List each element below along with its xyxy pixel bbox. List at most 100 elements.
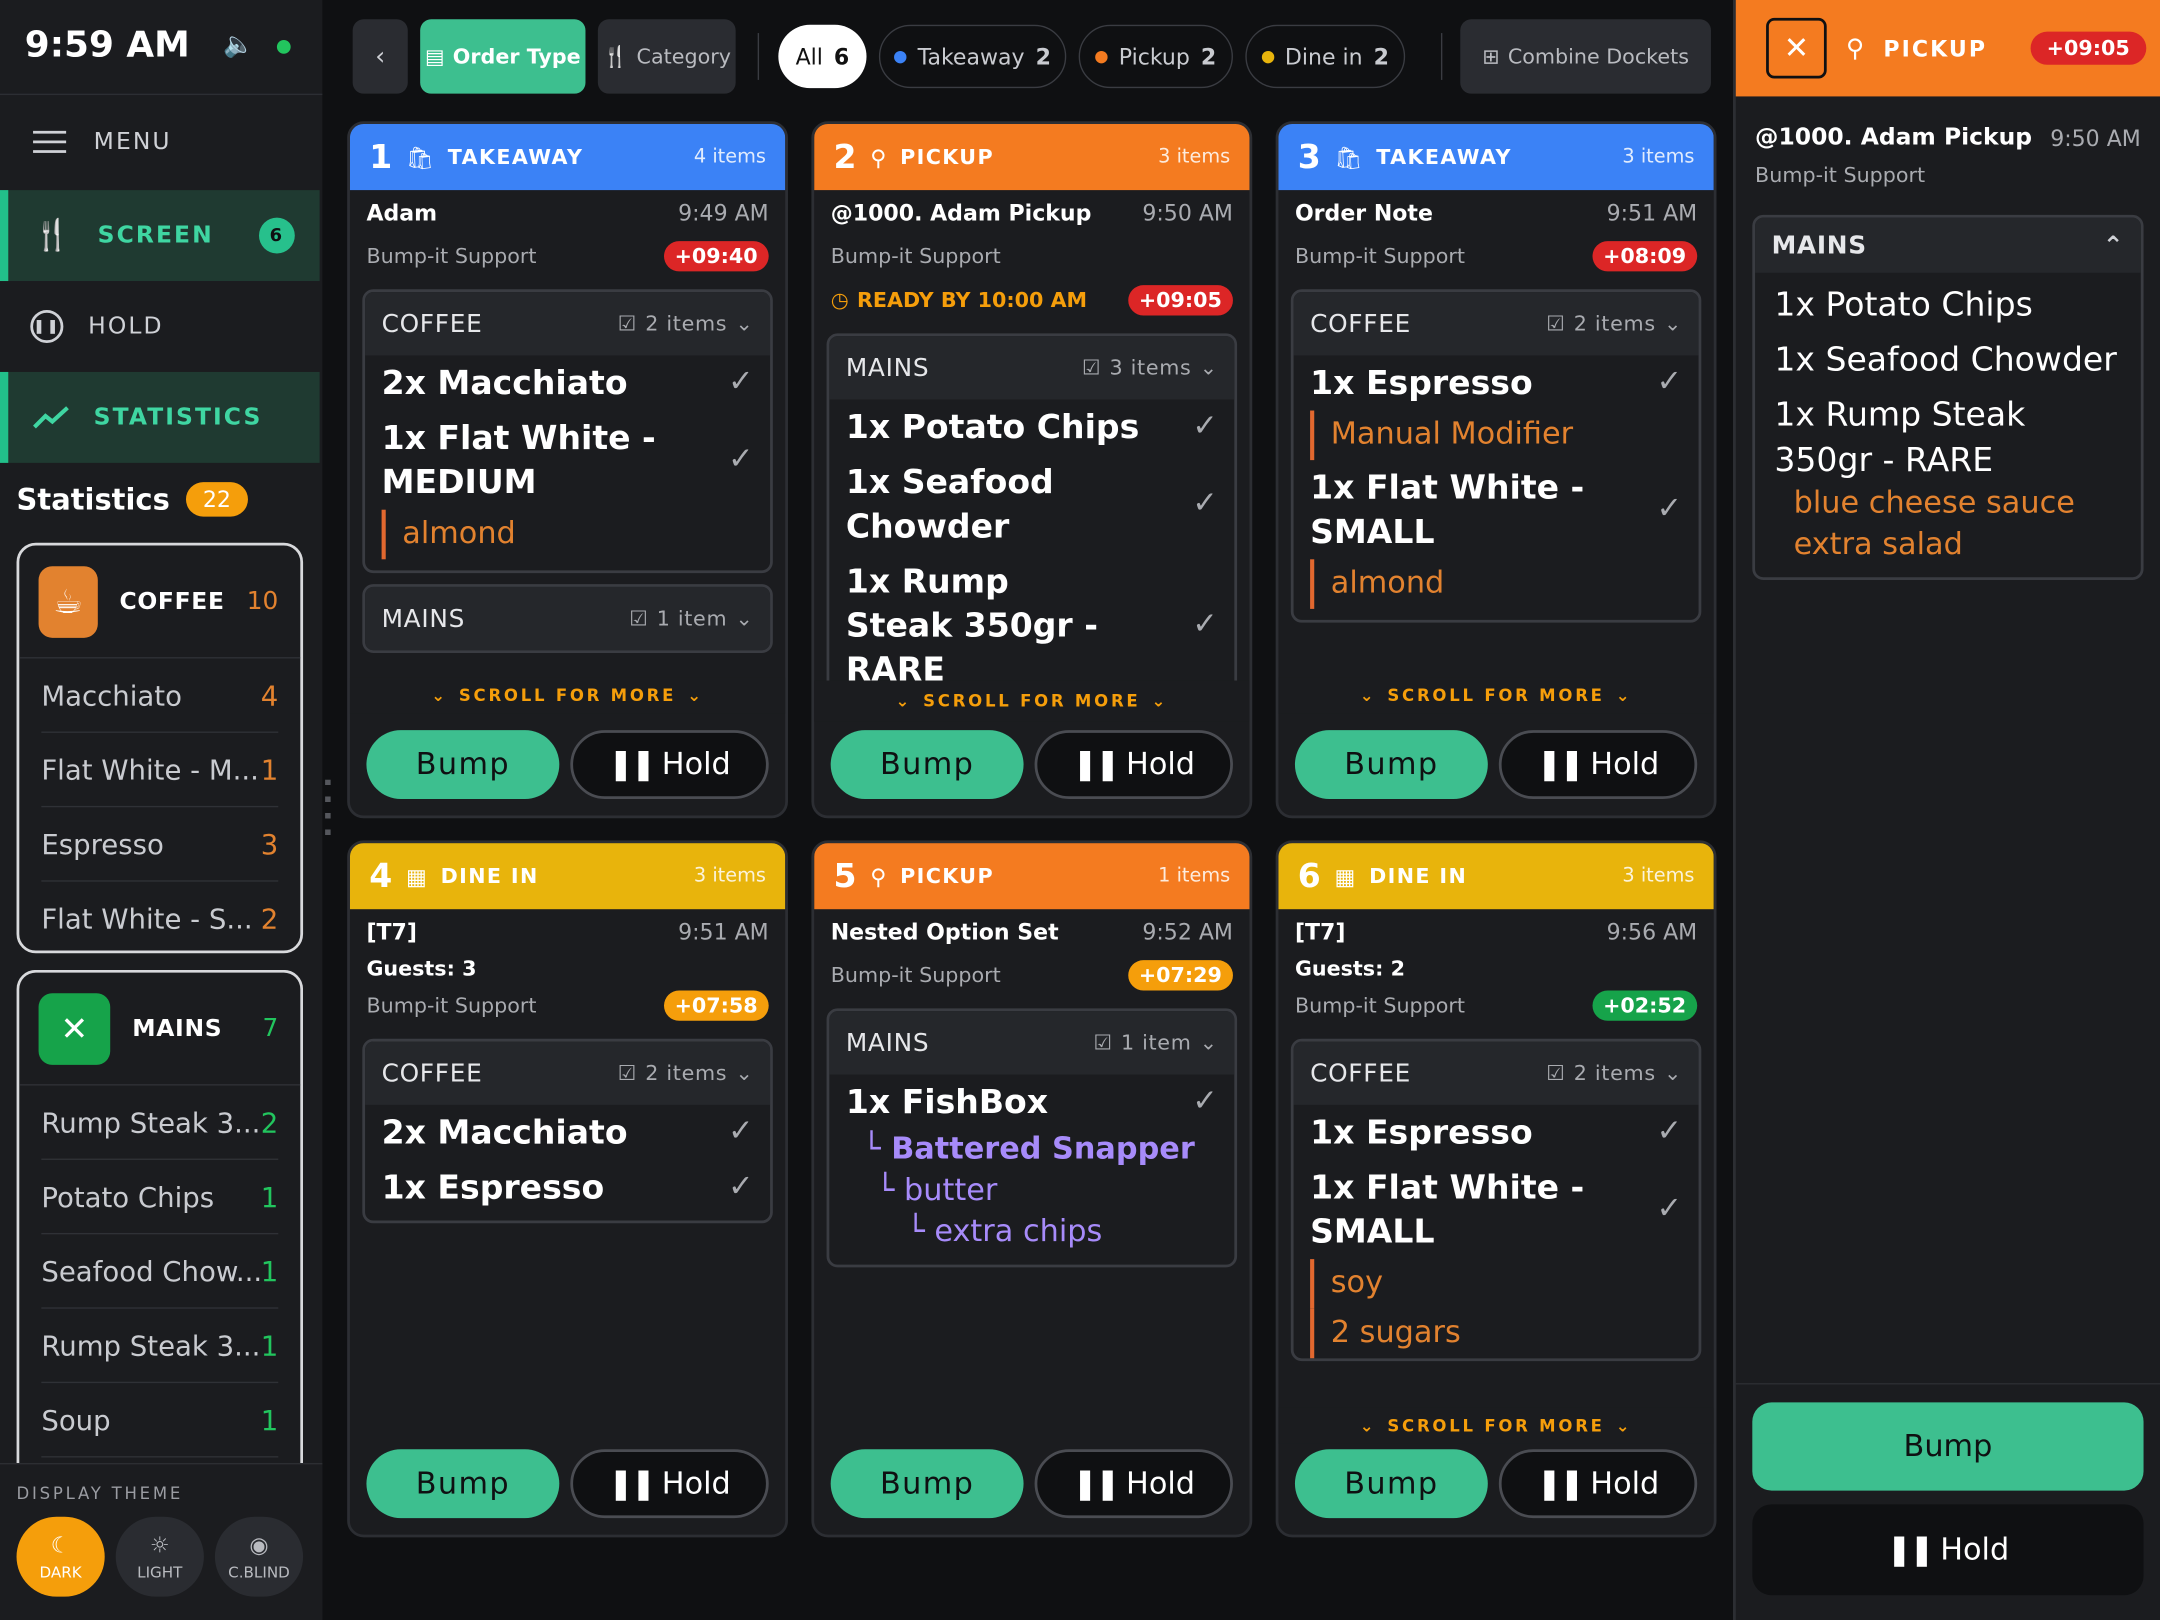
order-card[interactable]: 4 ▦ DINE IN 3 items [T7] 9:51 AM Guests: 3 …: [347, 840, 788, 1538]
category-button[interactable]: 🍴 Category: [597, 19, 736, 94]
panel-bump-button[interactable]: Bump: [1752, 1402, 2144, 1491]
panel-item[interactable]: 1x Potato Chips: [1755, 282, 2141, 327]
hold-button[interactable]: ❚❚ Hold: [1498, 730, 1698, 800]
checklist-icon: ☑: [1082, 355, 1102, 381]
stat-card-coffee[interactable]: ☕ COFFEE 10 Macchiato 4 Flat White - M...…: [16, 542, 304, 954]
chevron-down-icon: ⌄: [1199, 355, 1218, 381]
order-card[interactable]: 1 🛍 TAKEAWAY 4 items Adam 9:49 AM Bump-it S…: [347, 121, 788, 819]
item-modifier: 2 sugars: [1310, 1308, 1682, 1359]
check-icon: ✓: [728, 1169, 754, 1205]
order-item[interactable]: 1x Flat White - SMALL ✓: [1294, 1160, 1699, 1259]
order-item[interactable]: 1x Rump Steak 350gr - RARE ✓: [829, 554, 1234, 697]
order-item[interactable]: 1x Flat White - SMALL ✓: [1294, 460, 1699, 559]
group-header[interactable]: COFFEE ☑ 2 items ⌄: [1293, 292, 1699, 356]
pause-icon: ❚❚: [1536, 747, 1585, 782]
hold-button[interactable]: ❚❚ Hold: [1034, 730, 1233, 800]
back-button[interactable]: ‹: [352, 19, 408, 94]
close-button[interactable]: ✕: [1766, 17, 1827, 79]
toolbar: ‹ ▤ Order Type 🍴 Category All 6 Takeaway 2 P…: [336, 0, 1727, 113]
panel-hold-button[interactable]: ❚❚ Hold: [1752, 1504, 2144, 1596]
order-card[interactable]: 3 🛍 TAKEAWAY 3 items Order Note 9:51 AM Bum…: [1275, 121, 1717, 819]
hold-button[interactable]: ❚❚ Hold: [1034, 1449, 1233, 1519]
location-pin-icon: ⚲: [870, 143, 887, 171]
stat-row: Macchiato 4: [41, 658, 278, 733]
pause-icon: ❚❚: [1072, 747, 1120, 782]
nav-statistics[interactable]: STATISTICS: [0, 371, 320, 463]
order-item[interactable]: 1x Espresso ✓: [1294, 1105, 1699, 1160]
scroll-for-more: ⌄ SCROLL FOR MORE ⌄: [349, 677, 786, 714]
order-item[interactable]: 1x Espresso ✓: [365, 1160, 770, 1221]
resize-handle[interactable]: [325, 779, 331, 841]
bump-button[interactable]: Bump: [366, 730, 560, 800]
panel-modifier: blue cheese sauce: [1793, 486, 2075, 521]
stat-card-mains[interactable]: ✕ MAINS 7 Rump Steak 3... 2 Potato Chips 1…: [16, 969, 304, 1494]
group-header[interactable]: MAINS ☑ 1 item ⌄: [829, 1011, 1235, 1075]
bump-button[interactable]: Bump: [366, 1449, 560, 1519]
filter-pickup[interactable]: Pickup 2: [1078, 24, 1233, 89]
nav-screen[interactable]: 🍴 SCREEN 6: [0, 190, 320, 282]
filter-dinein[interactable]: Dine in 2: [1245, 24, 1406, 89]
chevron-left-icon: ‹: [375, 42, 386, 71]
order-item[interactable]: 1x Potato Chips ✓: [829, 400, 1234, 455]
order-timer: +02:52: [1592, 990, 1698, 1021]
order-header: 2 ⚲ PICKUP 3 items: [814, 123, 1250, 191]
order-item[interactable]: 1x Espresso ✓: [1294, 355, 1699, 410]
order-info: @1000. Adam Pickup 9:50 AM Bump-it Suppor…: [814, 190, 1249, 322]
panel-item[interactable]: 1x Rump Steak 350gr - RARE: [1755, 393, 2141, 484]
kds-app: 9:59 AM 🔈 MENU 🍴 SCREEN 6 ❚❚ HOLD STATIS…: [0, 0, 2160, 1620]
hold-button[interactable]: ❚❚ Hold: [570, 1449, 769, 1519]
order-card[interactable]: 2 ⚲ PICKUP 3 items @1000. Adam Pickup 9:50 …: [811, 121, 1253, 819]
panel-item[interactable]: 1x Seafood Chowder: [1755, 338, 2141, 383]
order-card[interactable]: 5 ⚲ PICKUP 1 items Nested Option Set 9:52 A…: [811, 840, 1253, 1538]
order-type-button[interactable]: ▤ Order Type: [420, 19, 586, 94]
bump-button[interactable]: Bump: [1294, 730, 1488, 800]
stat-row: Flat White - S... 2: [41, 902, 279, 936]
checklist-icon: ☑: [617, 1060, 638, 1086]
hold-button[interactable]: ❚❚ Hold: [1498, 1449, 1698, 1519]
nav-screen-label: SCREEN: [97, 221, 214, 250]
bump-button[interactable]: Bump: [1294, 1449, 1488, 1519]
theme-colorblind-button[interactable]: ◉ C.BLIND: [214, 1516, 304, 1597]
item-group: COFFEE ☑ 2 items ⌄ 2x Macchiato ✓ 1x Flat Wh…: [362, 289, 773, 574]
clock: 9:59 AM: [24, 24, 190, 67]
statistics-heading: Statistics 22: [16, 482, 248, 517]
menu-button[interactable]: MENU: [0, 93, 323, 188]
sun-icon: ☼: [149, 1531, 170, 1559]
bump-button[interactable]: Bump: [830, 1449, 1024, 1519]
order-card[interactable]: 6 ▦ DINE IN 3 items [T7] 9:56 AM Guests: 2 …: [1275, 840, 1717, 1538]
group-header[interactable]: COFFEE ☑ 2 items ⌄: [1293, 1041, 1699, 1105]
group-header[interactable]: MAINS ☑ 1 item ⌄: [365, 586, 771, 651]
item-group: MAINS ☑ 1 item ⌄: [362, 584, 773, 653]
combine-dockets-button[interactable]: ⊞ Combine Dockets: [1460, 19, 1711, 94]
theme-dark-button[interactable]: ☾ DARK: [16, 1516, 105, 1597]
stat-card-header: ✕ MAINS 7: [19, 973, 301, 1086]
group-header[interactable]: MAINS ☑ 3 items ⌄: [829, 336, 1235, 400]
order-item[interactable]: 2x Macchiato ✓: [365, 355, 770, 410]
order-item[interactable]: 1x Seafood Chowder ✓: [829, 455, 1234, 554]
scroll-for-more: ⌄ SCROLL FOR MORE ⌄: [1278, 1407, 1714, 1444]
chevron-down-icon: ⌄: [735, 606, 754, 631]
chevron-down-icon: ⌄: [1199, 1030, 1218, 1056]
order-item[interactable]: 1x FishBox ✓: [829, 1075, 1234, 1130]
pause-icon: ❚❚: [1072, 1466, 1120, 1501]
theme-light-button[interactable]: ☼ LIGHT: [115, 1516, 204, 1597]
checklist-icon: ☑: [1546, 311, 1566, 337]
bump-button[interactable]: Bump: [830, 730, 1024, 800]
filter-takeaway[interactable]: Takeaway 2: [878, 24, 1067, 89]
eye-icon: ◉: [249, 1531, 269, 1559]
stat-row: Rump Steak 3... 2: [41, 1086, 278, 1160]
volume-icon[interactable]: 🔈: [223, 30, 254, 59]
group-header[interactable]: COFFEE ☑ 2 items ⌄: [365, 292, 771, 356]
hold-button[interactable]: ❚❚ Hold: [570, 730, 769, 800]
group-header[interactable]: COFFEE ☑ 2 items ⌄: [365, 1041, 771, 1105]
chevron-up-icon: ⌃: [2102, 230, 2125, 260]
order-item[interactable]: 2x Macchiato ✓: [365, 1105, 770, 1160]
checklist-icon: ☑: [617, 311, 638, 337]
nav-hold[interactable]: ❚❚ HOLD: [0, 281, 320, 372]
order-timer: +09:40: [663, 241, 769, 272]
group-header[interactable]: MAINS ⌃: [1755, 217, 2141, 273]
takeaway-dot: [894, 50, 907, 63]
order-item[interactable]: 1x Flat White - MEDIUM ✓: [365, 411, 770, 510]
filter-all[interactable]: All 6: [778, 24, 867, 89]
statistics-title: Statistics: [16, 482, 170, 516]
